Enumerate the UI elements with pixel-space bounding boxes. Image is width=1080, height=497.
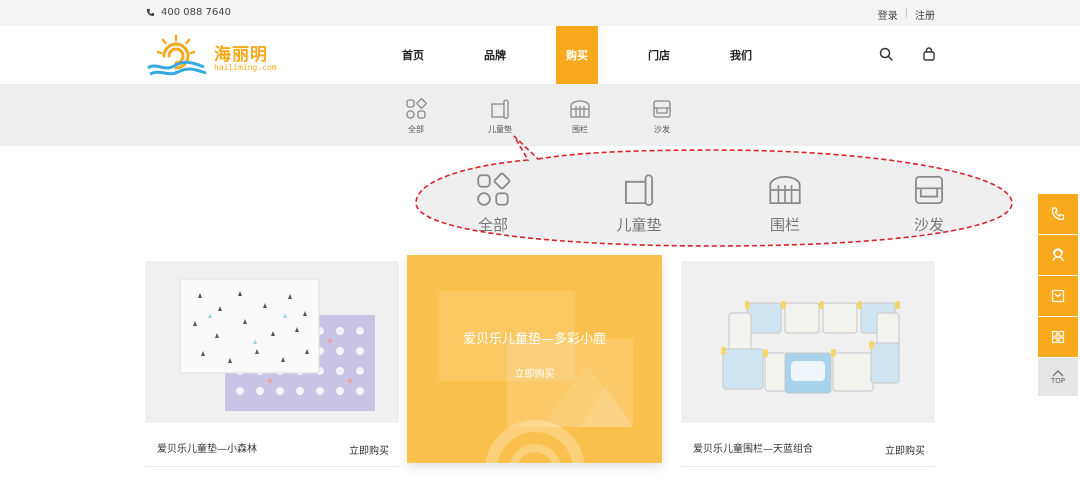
deer-mat-overlay-illustration bbox=[439, 291, 633, 463]
callout-fence-label: 围栏 bbox=[769, 216, 800, 234]
sun-wave-logo-icon bbox=[147, 34, 207, 76]
nav-brand[interactable]: 品牌 bbox=[454, 26, 536, 84]
callout-all: 全部 bbox=[448, 172, 538, 235]
playpen-fence-illustration bbox=[721, 301, 900, 394]
card-divider bbox=[145, 466, 399, 467]
back-to-top-button[interactable]: TOP bbox=[1038, 358, 1078, 396]
grid-menu-icon bbox=[1051, 330, 1065, 344]
play-mat-icon-large bbox=[625, 174, 654, 206]
customer-service-icon bbox=[1052, 248, 1064, 262]
floating-side-toolbar: TOP bbox=[1038, 194, 1078, 396]
mail-icon bbox=[1051, 289, 1065, 303]
product-image-fence[interactable] bbox=[681, 261, 935, 423]
callout-sofa: 沙发 bbox=[884, 172, 974, 235]
phone-icon bbox=[146, 8, 155, 17]
sofa-icon bbox=[653, 100, 671, 118]
fence-icon bbox=[570, 100, 590, 118]
callout-mat: 儿童垫 bbox=[594, 172, 684, 235]
callout-sofa-label: 沙发 bbox=[913, 216, 944, 234]
featured-product-name[interactable]: 爱贝乐儿童垫—多彩小鹿 bbox=[407, 328, 662, 347]
main-header: 海丽明 hailiming.com 首页 品牌 购买 门店 我们 bbox=[0, 26, 1080, 84]
product-name[interactable]: 爱贝乐儿童垫—小森林 bbox=[157, 440, 257, 455]
sofa-icon-large bbox=[915, 176, 943, 204]
grid-all-icon-large bbox=[477, 172, 511, 206]
back-to-top-label: TOP bbox=[1050, 377, 1065, 385]
buy-now-link[interactable]: 立即购买 bbox=[885, 442, 925, 457]
side-qrcode-button[interactable] bbox=[1038, 317, 1078, 357]
side-phone-button[interactable] bbox=[1038, 194, 1078, 234]
register-link[interactable]: 注册 bbox=[915, 7, 935, 22]
logo-domain: hailiming.com bbox=[214, 63, 277, 72]
forest-mat-illustration bbox=[179, 278, 375, 411]
main-nav: 首页 品牌 购买 门店 我们 bbox=[372, 26, 782, 84]
site-logo[interactable]: 海丽明 hailiming.com bbox=[146, 34, 277, 78]
shopping-bag-icon[interactable] bbox=[921, 46, 937, 62]
nav-stores[interactable]: 门店 bbox=[618, 26, 700, 84]
auth-separator: | bbox=[904, 7, 908, 18]
side-service-button[interactable] bbox=[1038, 235, 1078, 275]
fence-icon-large bbox=[769, 176, 801, 204]
play-mat-icon bbox=[491, 99, 509, 119]
callout-fence: 围栏 bbox=[740, 172, 830, 235]
callout-mat-label: 儿童垫 bbox=[616, 216, 662, 234]
callout-all-label: 全部 bbox=[477, 216, 508, 234]
product-image-forest-mat[interactable] bbox=[145, 261, 399, 423]
search-icon[interactable] bbox=[878, 46, 894, 62]
logo-name: 海丽明 bbox=[214, 45, 268, 65]
side-message-button[interactable] bbox=[1038, 276, 1078, 316]
top-bar: 400 088 7640 登录 | 注册 bbox=[0, 0, 1080, 26]
card-divider bbox=[681, 466, 935, 467]
featured-buy-now-link[interactable]: 立即购买 bbox=[407, 365, 662, 380]
product-card-fence[interactable]: 爱贝乐儿童围栏—天蓝组合 立即购买 bbox=[681, 261, 935, 467]
nav-about[interactable]: 我们 bbox=[700, 26, 782, 84]
phone-number: 400 088 7640 bbox=[161, 7, 231, 18]
login-link[interactable]: 登录 bbox=[878, 7, 898, 22]
phone-contact: 400 088 7640 bbox=[146, 7, 231, 18]
buy-now-link[interactable]: 立即购买 bbox=[349, 442, 389, 457]
grid-all-icon bbox=[406, 98, 427, 119]
product-card-forest[interactable]: 爱贝乐儿童垫—小森林 立即购买 bbox=[145, 261, 399, 467]
chevron-up-icon bbox=[1052, 370, 1064, 377]
nav-home[interactable]: 首页 bbox=[372, 26, 454, 84]
phone-icon bbox=[1051, 207, 1065, 221]
auth-links: 登录 | 注册 bbox=[878, 7, 935, 22]
nav-buy[interactable]: 购买 bbox=[556, 26, 598, 84]
product-card-deer-hover[interactable]: 爱贝乐儿童垫—多彩小鹿 立即购买 bbox=[407, 255, 662, 463]
product-name[interactable]: 爱贝乐儿童围栏—天蓝组合 bbox=[693, 440, 813, 455]
